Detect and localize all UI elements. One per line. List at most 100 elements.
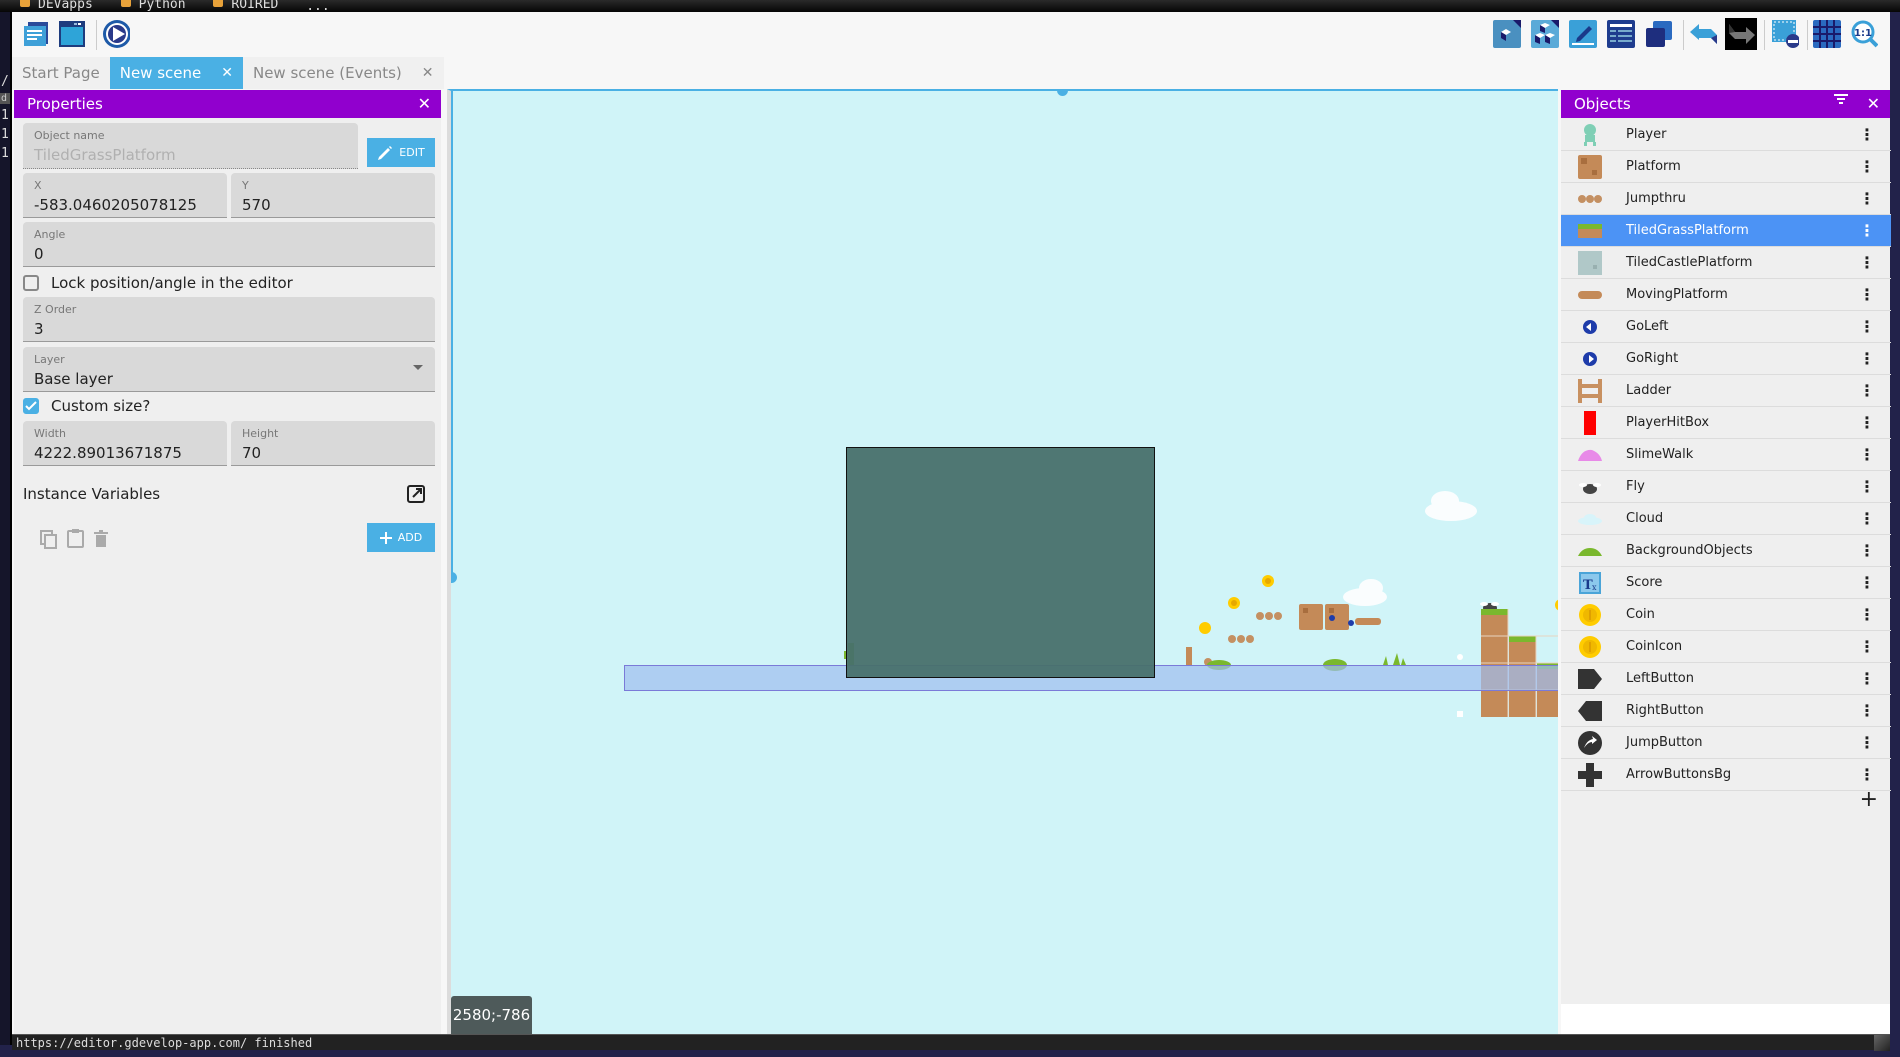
add-variable-button[interactable]: ADD <box>367 523 435 552</box>
object-list-item[interactable]: ArrowButtonsBg ⋮ <box>1561 759 1891 791</box>
width-field[interactable]: Width 4222.89013671875 <box>23 421 227 466</box>
paste-icon[interactable] <box>67 528 85 548</box>
custom-size-checkbox[interactable] <box>23 398 39 414</box>
z-order-field[interactable]: Z Order 3 <box>23 297 435 342</box>
more-vert-icon[interactable]: ⋮ <box>1859 382 1875 399</box>
more-vert-icon[interactable]: ⋮ <box>1859 222 1875 239</box>
more-vert-icon[interactable]: ⋮ <box>1859 510 1875 527</box>
object-name: Score <box>1626 575 1663 590</box>
taskbar-item[interactable]: ROIRED <box>213 0 278 11</box>
delete-selection-button[interactable] <box>1771 20 1799 48</box>
open-external-icon[interactable] <box>407 485 425 503</box>
more-vert-icon[interactable]: ⋮ <box>1859 190 1875 207</box>
more-vert-icon[interactable]: ⋮ <box>1859 254 1875 271</box>
moving-platform <box>1355 618 1381 625</box>
object-list-item[interactable]: Platform ⋮ <box>1561 151 1891 183</box>
edit-label: EDIT <box>399 146 425 159</box>
panel-title: Properties <box>27 95 103 113</box>
object-list-item[interactable]: Coin ⋮ <box>1561 599 1891 631</box>
project-manager-button[interactable] <box>22 20 50 48</box>
panel-title: Objects <box>1574 95 1631 113</box>
y-field[interactable]: Y 570 <box>231 173 435 218</box>
object-list-item[interactable]: BackgroundObjects ⋮ <box>1561 535 1891 567</box>
properties-button[interactable] <box>1569 20 1597 48</box>
preview-button[interactable] <box>102 20 130 48</box>
more-vert-icon[interactable]: ⋮ <box>1859 606 1875 623</box>
delete-icon[interactable] <box>94 530 108 548</box>
object-list-item[interactable]: Fly ⋮ <box>1561 471 1891 503</box>
grid-button[interactable] <box>1813 20 1841 48</box>
close-icon[interactable]: ✕ <box>221 65 233 81</box>
add-object-button[interactable]: + <box>1860 787 1878 812</box>
more-vert-icon[interactable]: ⋮ <box>1859 766 1875 783</box>
custom-size-checkbox-row[interactable]: Custom size? <box>23 397 150 415</box>
object-list-item[interactable]: RightButton ⋮ <box>1561 695 1891 727</box>
more-vert-icon[interactable]: ⋮ <box>1859 734 1875 751</box>
taskbar-item[interactable]: Python <box>120 0 186 11</box>
tab-start-page[interactable]: Start Page <box>12 57 110 89</box>
object-list-item[interactable]: MovingPlatform ⋮ <box>1561 279 1891 311</box>
object-name-field[interactable]: Object name TiledGrassPlatform <box>23 123 358 169</box>
object-list-item[interactable]: JumpButton ⋮ <box>1561 727 1891 759</box>
open-object-button[interactable] <box>1493 20 1521 48</box>
instances-list-button[interactable] <box>1607 20 1635 48</box>
object-list-item[interactable]: GoLeft ⋮ <box>1561 311 1891 343</box>
object-list-item[interactable]: LeftButton ⋮ <box>1561 663 1891 695</box>
taskbar-more[interactable]: ... <box>306 0 329 12</box>
x-field[interactable]: X -583.0460205078125 <box>23 173 227 218</box>
layer-select[interactable]: Layer Base layer <box>23 347 435 392</box>
undo-button[interactable] <box>1689 20 1717 48</box>
object-name: Cloud <box>1626 511 1664 526</box>
more-vert-icon[interactable]: ⋮ <box>1859 158 1875 175</box>
object-list-item[interactable]: Jumpthru ⋮ <box>1561 183 1891 215</box>
object-list-item[interactable]: Player ⋮ <box>1561 119 1891 151</box>
objects-panel: Objects ✕ Player ⋮ Platform ⋮ Jumpthru ⋮ Tiled… <box>1561 90 1891 1034</box>
more-vert-icon[interactable]: ⋮ <box>1859 446 1875 463</box>
close-icon[interactable]: ✕ <box>422 65 434 81</box>
height-field[interactable]: Height 70 <box>231 421 435 466</box>
tab-new-scene[interactable]: New scene ✕ <box>109 57 243 89</box>
more-vert-icon[interactable]: ⋮ <box>1859 286 1875 303</box>
layers-button[interactable] <box>1645 20 1673 48</box>
edit-object-button[interactable]: EDIT <box>367 138 435 167</box>
more-vert-icon[interactable]: ⋮ <box>1859 350 1875 367</box>
object-list-item[interactable]: TiledCastlePlatform ⋮ <box>1561 247 1891 279</box>
tab-new-scene-events[interactable]: New scene (Events) ✕ <box>242 57 444 89</box>
scene-button[interactable] <box>58 20 86 48</box>
redo-button[interactable] <box>1725 18 1757 50</box>
object-name: CoinIcon <box>1626 639 1683 654</box>
object-groups-button[interactable] <box>1531 20 1559 48</box>
more-vert-icon[interactable]: ⋮ <box>1859 638 1875 655</box>
scene-canvas[interactable]: 2580;-786 <box>447 89 1558 1034</box>
more-vert-icon[interactable]: ⋮ <box>1859 702 1875 719</box>
more-vert-icon[interactable]: ⋮ <box>1859 574 1875 591</box>
lock-position-checkbox[interactable] <box>23 275 39 291</box>
resize-grip[interactable] <box>1874 1035 1890 1051</box>
close-icon[interactable]: ✕ <box>1867 94 1880 113</box>
more-vert-icon[interactable]: ⋮ <box>1859 126 1875 143</box>
more-vert-icon[interactable]: ⋮ <box>1859 670 1875 687</box>
object-list-item[interactable]: Tx Score ⋮ <box>1561 567 1891 599</box>
object-list-item[interactable]: Cloud ⋮ <box>1561 503 1891 535</box>
object-list-item[interactable]: GoRight ⋮ <box>1561 343 1891 375</box>
taskbar-item[interactable]: DEVapps <box>20 0 93 11</box>
object-list-item[interactable]: SlimeWalk ⋮ <box>1561 439 1891 471</box>
object-list-item[interactable]: TiledGrassPlatform ⋮ <box>1561 215 1891 247</box>
zoom-reset-button[interactable]: 1:1 <box>1850 20 1878 48</box>
object-list-item[interactable]: Ladder ⋮ <box>1561 375 1891 407</box>
main-toolbar: 1:1 <box>12 12 1890 56</box>
filter-icon[interactable] <box>1834 94 1848 104</box>
toolbar-separator <box>96 20 97 50</box>
more-vert-icon[interactable]: ⋮ <box>1859 414 1875 431</box>
object-list-item[interactable]: CoinIcon ⋮ <box>1561 631 1891 663</box>
lock-position-checkbox-row[interactable]: Lock position/angle in the editor <box>23 274 293 292</box>
edge-char: 1 <box>1 146 9 161</box>
more-vert-icon[interactable]: ⋮ <box>1859 318 1875 335</box>
close-icon[interactable]: ✕ <box>418 94 431 113</box>
more-vert-icon[interactable]: ⋮ <box>1859 478 1875 495</box>
tab-label: New scene (Events) <box>252 64 402 82</box>
copy-icon[interactable] <box>40 530 58 550</box>
more-vert-icon[interactable]: ⋮ <box>1859 542 1875 559</box>
object-list-item[interactable]: PlayerHitBox ⋮ <box>1561 407 1891 439</box>
angle-field[interactable]: Angle 0 <box>23 222 435 267</box>
